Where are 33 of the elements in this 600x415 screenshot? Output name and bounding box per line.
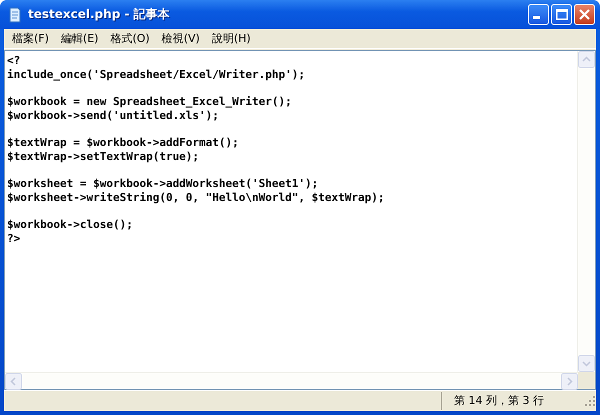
notepad-icon <box>7 6 23 22</box>
maximize-button[interactable] <box>551 4 572 25</box>
code-line: include_once('Spreadsheet/Excel/Writer.php'); <box>7 68 306 82</box>
scrollbar-corner <box>578 372 595 389</box>
menu-item[interactable]: 格式(O) <box>104 30 156 48</box>
text-editor[interactable] <box>4 50 596 390</box>
menu-item[interactable]: 檢視(V) <box>156 30 206 48</box>
vertical-scrollbar[interactable] <box>577 51 595 372</box>
code-line: $textWrap->setTextWrap(true); <box>7 150 200 164</box>
code-line: $workbook->send('untitled.xls'); <box>7 108 219 122</box>
close-button[interactable] <box>574 4 595 25</box>
scroll-right-icon[interactable] <box>561 373 578 390</box>
code-line: $worksheet->writeString(0, 0, "Hello\nWorld", $textWrap); <box>7 190 384 205</box>
scroll-up-icon[interactable] <box>578 51 595 68</box>
code-line: $worksheet = $workbook->addWorksheet('Sheet1'); <box>7 177 318 191</box>
resize-grip-icon[interactable] <box>584 395 596 407</box>
code-line: $workbook = new Spreadsheet_Excel_Writer(); <box>7 95 292 109</box>
code-line: $workbook->close(); <box>7 218 133 232</box>
scroll-down-icon[interactable] <box>578 355 595 372</box>
code-line: <? <box>7 54 20 68</box>
scroll-left-icon[interactable] <box>5 373 22 390</box>
window-title: testexcel.php - 記事本 <box>28 6 171 23</box>
close-icon <box>579 9 590 20</box>
code-line: $textWrap = $workbook->addFormat(); <box>7 136 239 150</box>
menu-item[interactable]: 編輯(E) <box>54 30 104 48</box>
horizontal-scrollbar[interactable] <box>5 372 578 389</box>
cursor-position: 第 14 列，第 3 行 <box>441 392 584 410</box>
minimize-button[interactable] <box>528 4 549 25</box>
minimize-icon <box>533 16 540 19</box>
menu-item[interactable]: 檔案(F) <box>6 30 55 48</box>
maximize-icon <box>556 9 568 20</box>
menu-item[interactable]: 說明(H) <box>206 30 257 48</box>
code-line: ?> <box>7 232 20 246</box>
